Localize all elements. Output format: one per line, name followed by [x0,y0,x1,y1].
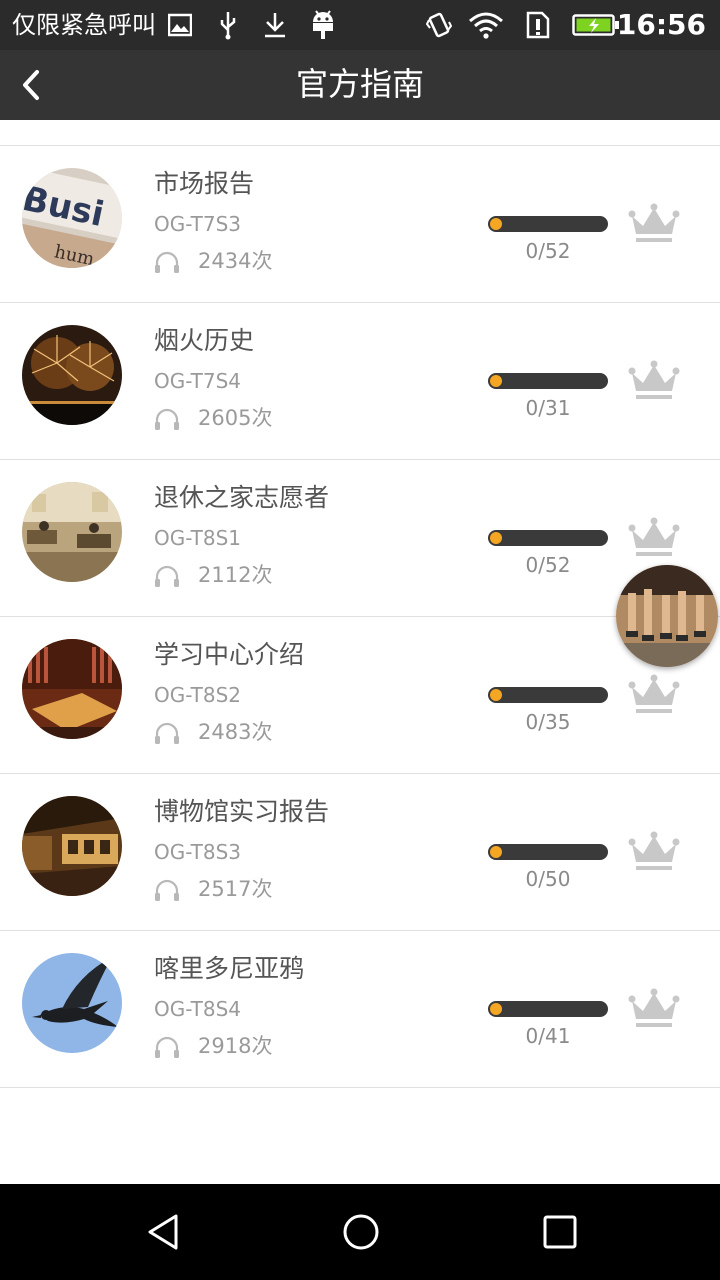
progress-text: 0/52 [525,553,571,577]
guide-list: Busi hum 市场报告 OG-T7S3 2434次 0/52 烟火历史 OG… [0,120,720,1088]
list-item[interactable]: 学习中心介绍 OG-T8S2 2483次 0/35 [0,617,720,774]
progress-fill [490,846,502,858]
item-code: OG-T8S4 [154,997,241,1021]
vibrate-icon [426,12,452,38]
play-count-text: 2918次 [198,1034,273,1058]
item-code: OG-T8S3 [154,840,241,864]
back-triangle-icon[interactable] [144,1212,184,1252]
progress-text: 0/35 [525,710,571,734]
play-count-text: 2605次 [198,406,273,430]
headphones-icon [155,722,179,744]
headphones-icon [155,408,179,430]
system-nav-bar [0,1184,720,1280]
progress-bar [488,687,608,703]
play-count-text: 2517次 [198,877,273,901]
app-header: 官方指南 [0,50,720,120]
progress-fill [490,218,502,230]
item-code: OG-T7S3 [154,212,241,236]
list-item[interactable]: 烟火历史 OG-T7S4 2605次 0/31 [0,303,720,460]
item-code: OG-T8S1 [154,526,241,550]
item-title: 博物馆实习报告 [154,797,330,826]
thumbnail [22,796,122,896]
headphones-icon [155,879,179,901]
headphones-icon [155,565,179,587]
progress-bar [488,530,608,546]
thumbnail [22,482,122,582]
list-item[interactable]: 退休之家志愿者 OG-T8S1 2112次 0/52 [0,460,720,617]
progress-bar [488,373,608,389]
crown-icon[interactable] [628,673,680,717]
progress-text: 0/50 [525,867,571,891]
android-icon [313,10,333,39]
usb-icon [220,12,236,40]
carrier-text: 仅限紧急呼叫 [12,11,156,39]
crown-icon[interactable] [628,830,680,874]
headphones-icon [155,251,179,273]
progress-bar [488,844,608,860]
crown-icon[interactable] [628,202,680,246]
item-code: OG-T8S2 [154,683,241,707]
list-item[interactable]: 喀里多尼亚鸦 OG-T8S4 2918次 0/41 [0,931,720,1088]
progress-bar [488,216,608,232]
status-bar: 仅限紧急呼叫 16:56 [0,0,720,50]
image-icon [168,13,192,37]
wifi-icon [469,12,503,39]
list-item[interactable]: Busi hum 市场报告 OG-T7S3 2434次 0/52 [0,146,720,303]
thumbnail [22,639,122,739]
thumbnail [22,953,122,1053]
play-count-text: 2112次 [198,563,273,587]
progress-fill [490,375,502,387]
progress-text: 0/31 [525,396,571,420]
item-title: 学习中心介绍 [154,640,305,669]
item-title: 喀里多尼亚鸦 [154,954,305,983]
list-item[interactable]: 博物馆实习报告 OG-T8S3 2517次 0/50 [0,774,720,931]
headphones-icon [155,1036,179,1058]
list-top-gap [0,120,720,146]
item-title: 退休之家志愿者 [154,483,330,512]
crown-icon[interactable] [628,359,680,403]
floating-player-button[interactable] [616,565,718,667]
play-count-text: 2434次 [198,249,273,273]
crown-icon[interactable] [628,987,680,1031]
item-title: 市场报告 [154,169,255,198]
progress-fill [490,689,502,701]
home-circle-icon[interactable] [341,1212,381,1252]
progress-text: 0/41 [525,1024,571,1048]
item-title: 烟火历史 [154,326,255,355]
recents-square-icon[interactable] [540,1212,580,1252]
play-count-text: 2483次 [198,720,273,744]
progress-fill [490,1003,502,1015]
thumbnail: Busi hum [22,168,122,268]
clock: 16:56 [616,8,706,41]
download-icon [265,13,285,38]
battery-charging-icon [572,14,619,36]
sim-alert-icon [526,11,550,39]
page-title: 官方指南 [295,65,424,103]
thumbnail [22,325,122,425]
progress-bar [488,1001,608,1017]
progress-fill [490,532,502,544]
item-code: OG-T7S4 [154,369,241,393]
crown-icon[interactable] [628,516,680,560]
progress-text: 0/52 [525,239,571,263]
